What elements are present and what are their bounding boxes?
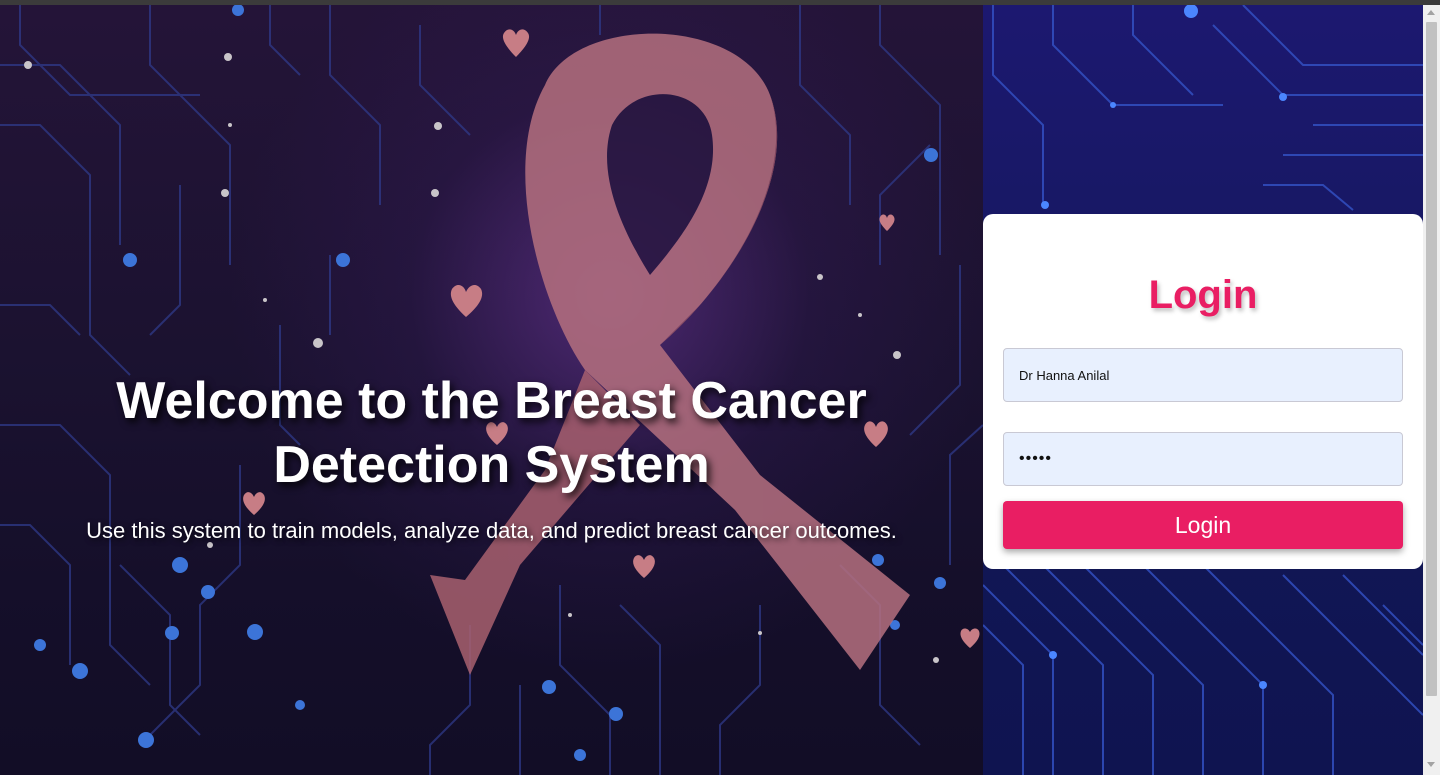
page: Welcome to the Breast Cancer Detection S…: [0, 5, 1423, 775]
vertical-scrollbar[interactable]: [1423, 5, 1440, 775]
scroll-down-arrow-icon[interactable]: [1427, 762, 1435, 767]
hero-section: Welcome to the Breast Cancer Detection S…: [0, 5, 983, 775]
password-input[interactable]: [1003, 432, 1403, 486]
scroll-up-arrow-icon[interactable]: [1427, 10, 1435, 15]
scrollbar-thumb[interactable]: [1426, 22, 1437, 696]
login-title: Login: [1148, 273, 1258, 317]
hero-subtitle: Use this system to train models, analyze…: [86, 518, 897, 543]
login-button[interactable]: Login: [1003, 501, 1403, 549]
username-input[interactable]: [1003, 348, 1403, 402]
hero-title: Welcome to the Breast Cancer Detection S…: [116, 372, 867, 494]
login-card: Login Login: [983, 214, 1423, 569]
